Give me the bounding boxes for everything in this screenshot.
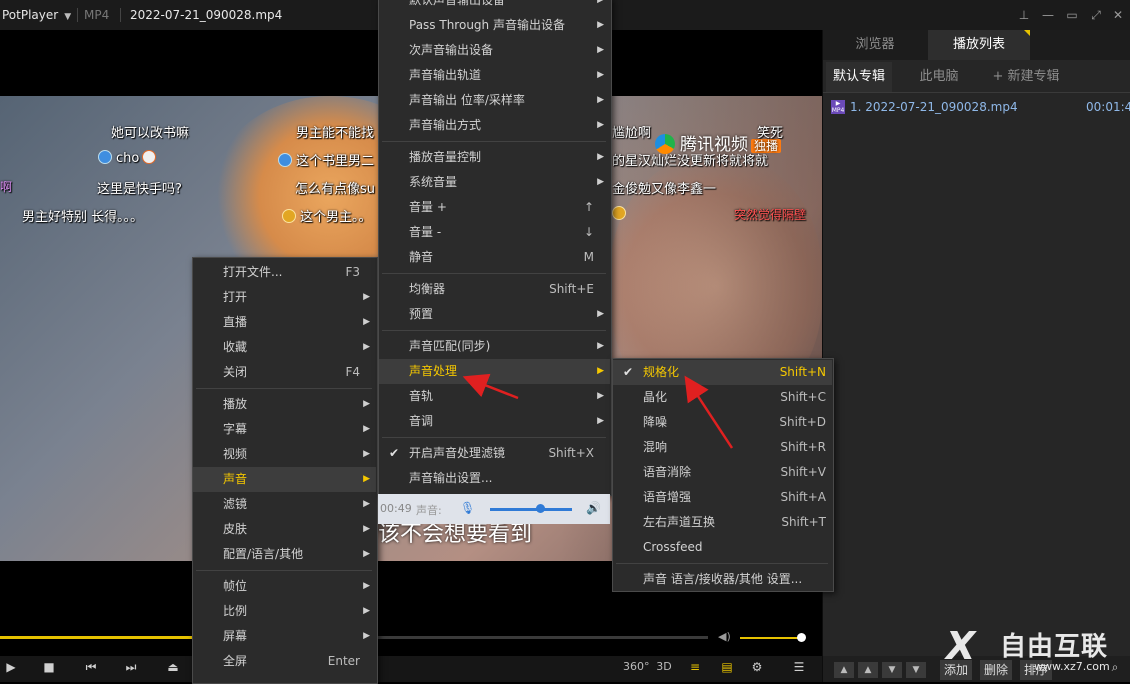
red-arrow-normalize — [684, 375, 734, 449]
red-arrow-audio-processing — [462, 373, 519, 400]
watermark-url: www.xz7.com — [1034, 660, 1110, 673]
watermark-logo-icon: X — [946, 624, 976, 668]
watermark-text: 自由互联 — [1000, 632, 1109, 662]
annotation-arrows — [462, 373, 734, 449]
